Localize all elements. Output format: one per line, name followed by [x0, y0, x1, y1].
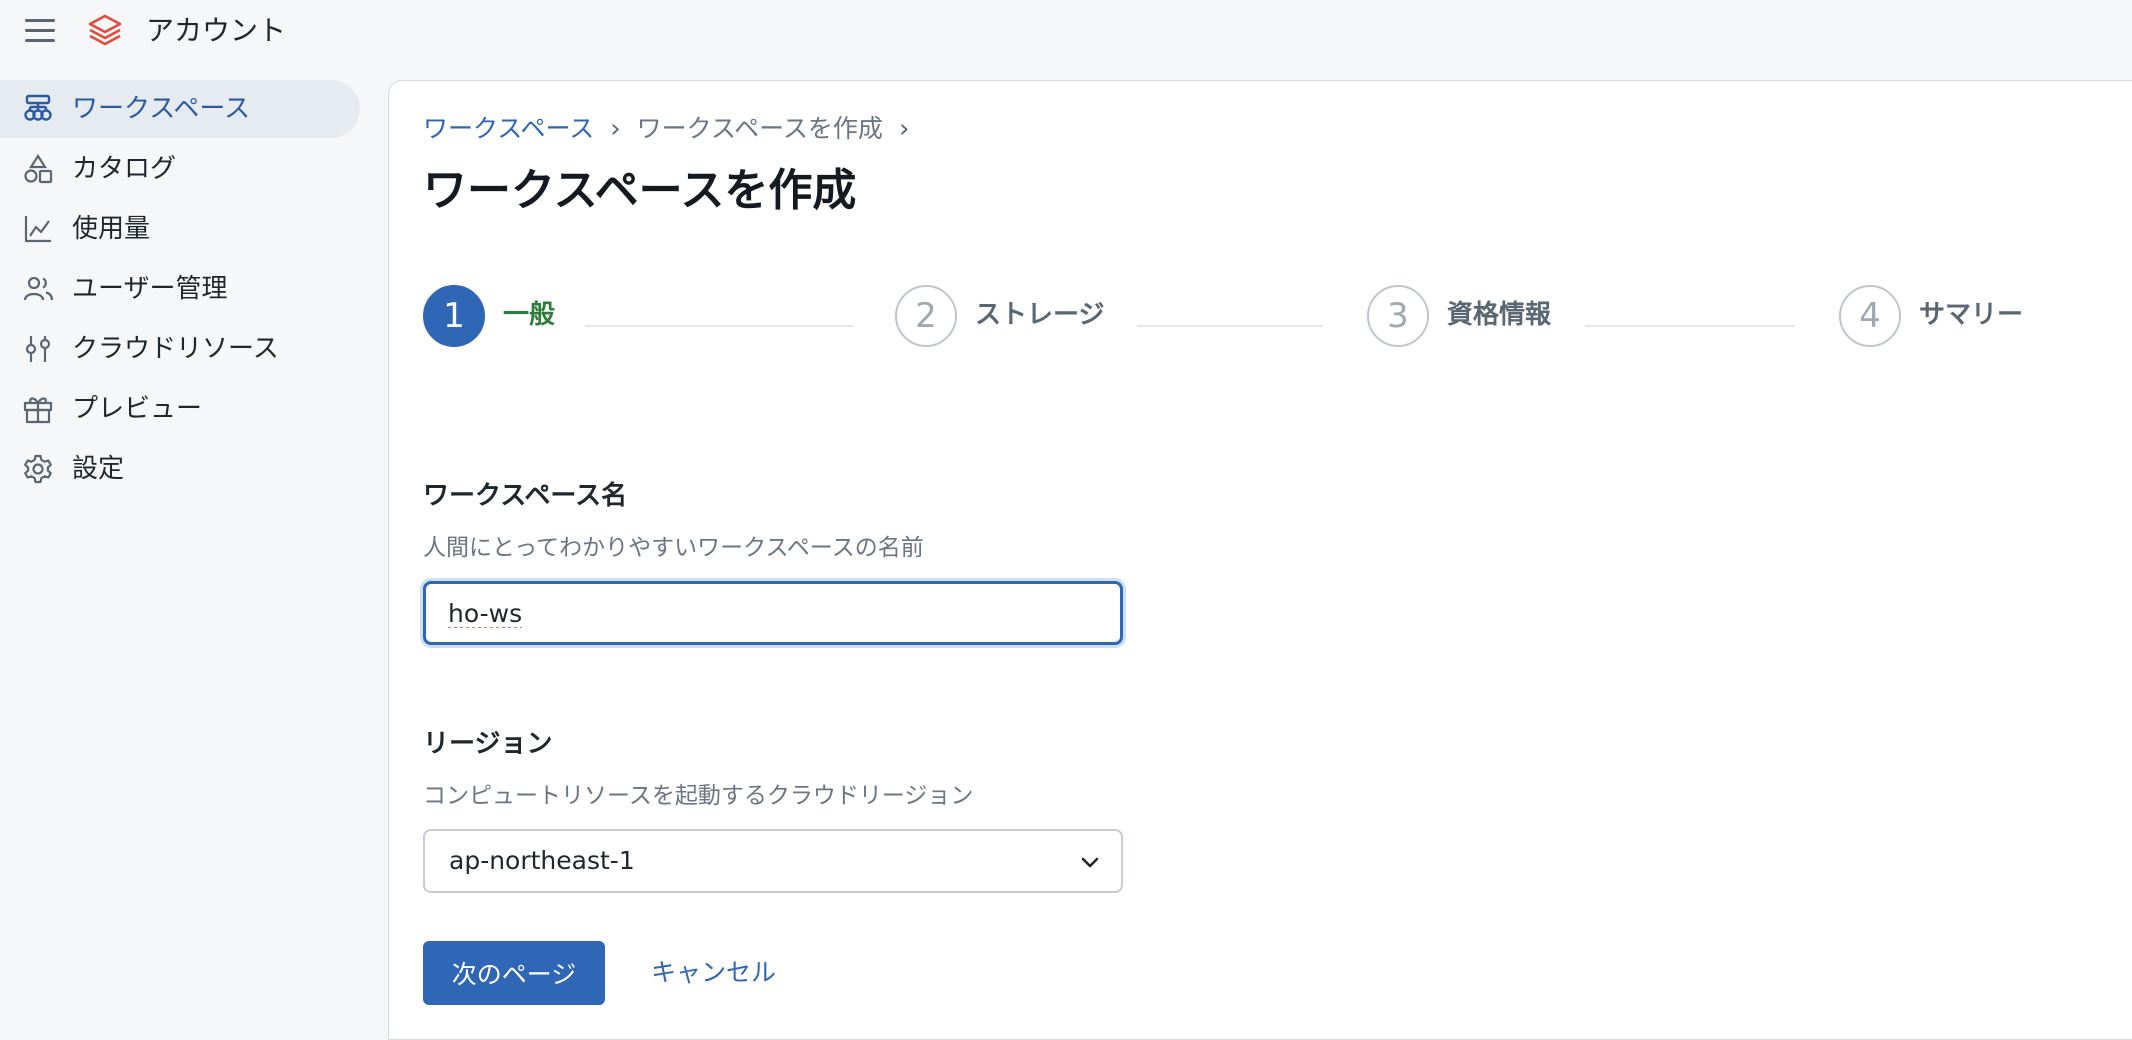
gear-icon — [24, 454, 52, 484]
catalog-shapes-icon — [24, 153, 53, 184]
step-4-label: サマリー — [1919, 300, 2024, 330]
step-1-number: 1 — [423, 285, 485, 347]
sidebar-item-label: カタログ — [72, 154, 177, 184]
chevron-down-icon — [1081, 857, 1099, 868]
breadcrumb-separator: › — [610, 114, 621, 144]
step-2-label: ストレージ — [975, 300, 1105, 330]
sidebar-item-label: ユーザー管理 — [72, 274, 228, 304]
sidebar-item-user-management[interactable]: ユーザー管理 — [0, 260, 360, 318]
sidebar-item-label: ワークスペース — [72, 94, 251, 124]
breadcrumb: ワークスペース › ワークスペースを作成 › — [423, 111, 925, 147]
region-select[interactable]: ap-northeast-1 — [423, 829, 1123, 893]
workspace-name-help: 人間にとってわかりやすいワークスペースの名前 — [423, 535, 924, 561]
workspace-name-label: ワークスペース名 — [423, 481, 628, 511]
workspace-icon — [24, 94, 52, 121]
sidebar-item-workspaces[interactable]: ワークスペース — [0, 80, 360, 138]
region-help: コンピュートリソースを起動するクラウドリージョン — [423, 783, 974, 809]
step-connector — [1137, 325, 1323, 327]
sidebar-item-label: 設定 — [72, 454, 125, 484]
sidebar-item-usage[interactable]: 使用量 — [0, 200, 360, 258]
main-panel: ワークスペース › ワークスペースを作成 › ワークスペースを作成 1 一般 2 スト… — [388, 80, 2132, 1040]
app-title: アカウント — [146, 14, 287, 47]
breadcrumb-item-create-workspace[interactable]: ワークスペースを作成 — [637, 114, 883, 143]
breadcrumb-link-workspaces[interactable]: ワークスペース — [423, 114, 594, 143]
cancel-button[interactable]: キャンセル — [641, 941, 786, 1005]
sidebar-item-cloud-resources[interactable]: クラウドリソース — [0, 320, 360, 378]
next-page-button[interactable]: 次のページ — [423, 941, 605, 1005]
hamburger-menu-icon[interactable] — [22, 14, 58, 48]
step-4-number: 4 — [1839, 285, 1901, 347]
sidebar-item-settings[interactable]: 設定 — [0, 440, 360, 498]
sidebar-item-label: 使用量 — [72, 214, 151, 244]
step-3-number: 3 — [1367, 285, 1429, 347]
top-bar: アカウント — [0, 0, 2132, 62]
sidebar-item-label: クラウドリソース — [72, 334, 279, 364]
step-connector — [585, 325, 853, 327]
page-title: ワークスペースを作成 — [423, 165, 857, 216]
databricks-logo-icon — [88, 14, 122, 46]
gift-icon — [23, 397, 53, 424]
line-chart-icon — [24, 216, 51, 243]
workspace-name-input[interactable] — [423, 581, 1123, 645]
users-icon — [23, 276, 54, 301]
step-2-number: 2 — [895, 285, 957, 347]
sidebar-item-catalog[interactable]: カタログ — [0, 140, 360, 198]
sidebar-item-label: プレビュー — [72, 394, 203, 424]
step-1-label: 一般 — [503, 300, 556, 330]
sidebar-item-previews[interactable]: プレビュー — [0, 380, 360, 438]
step-3-label: 資格情報 — [1447, 300, 1552, 330]
region-label: リージョン — [423, 729, 553, 759]
sliders-icon — [25, 336, 51, 362]
region-select-value: ap-northeast-1 — [449, 846, 635, 875]
step-connector — [1585, 325, 1795, 327]
breadcrumb-separator: › — [898, 114, 910, 144]
